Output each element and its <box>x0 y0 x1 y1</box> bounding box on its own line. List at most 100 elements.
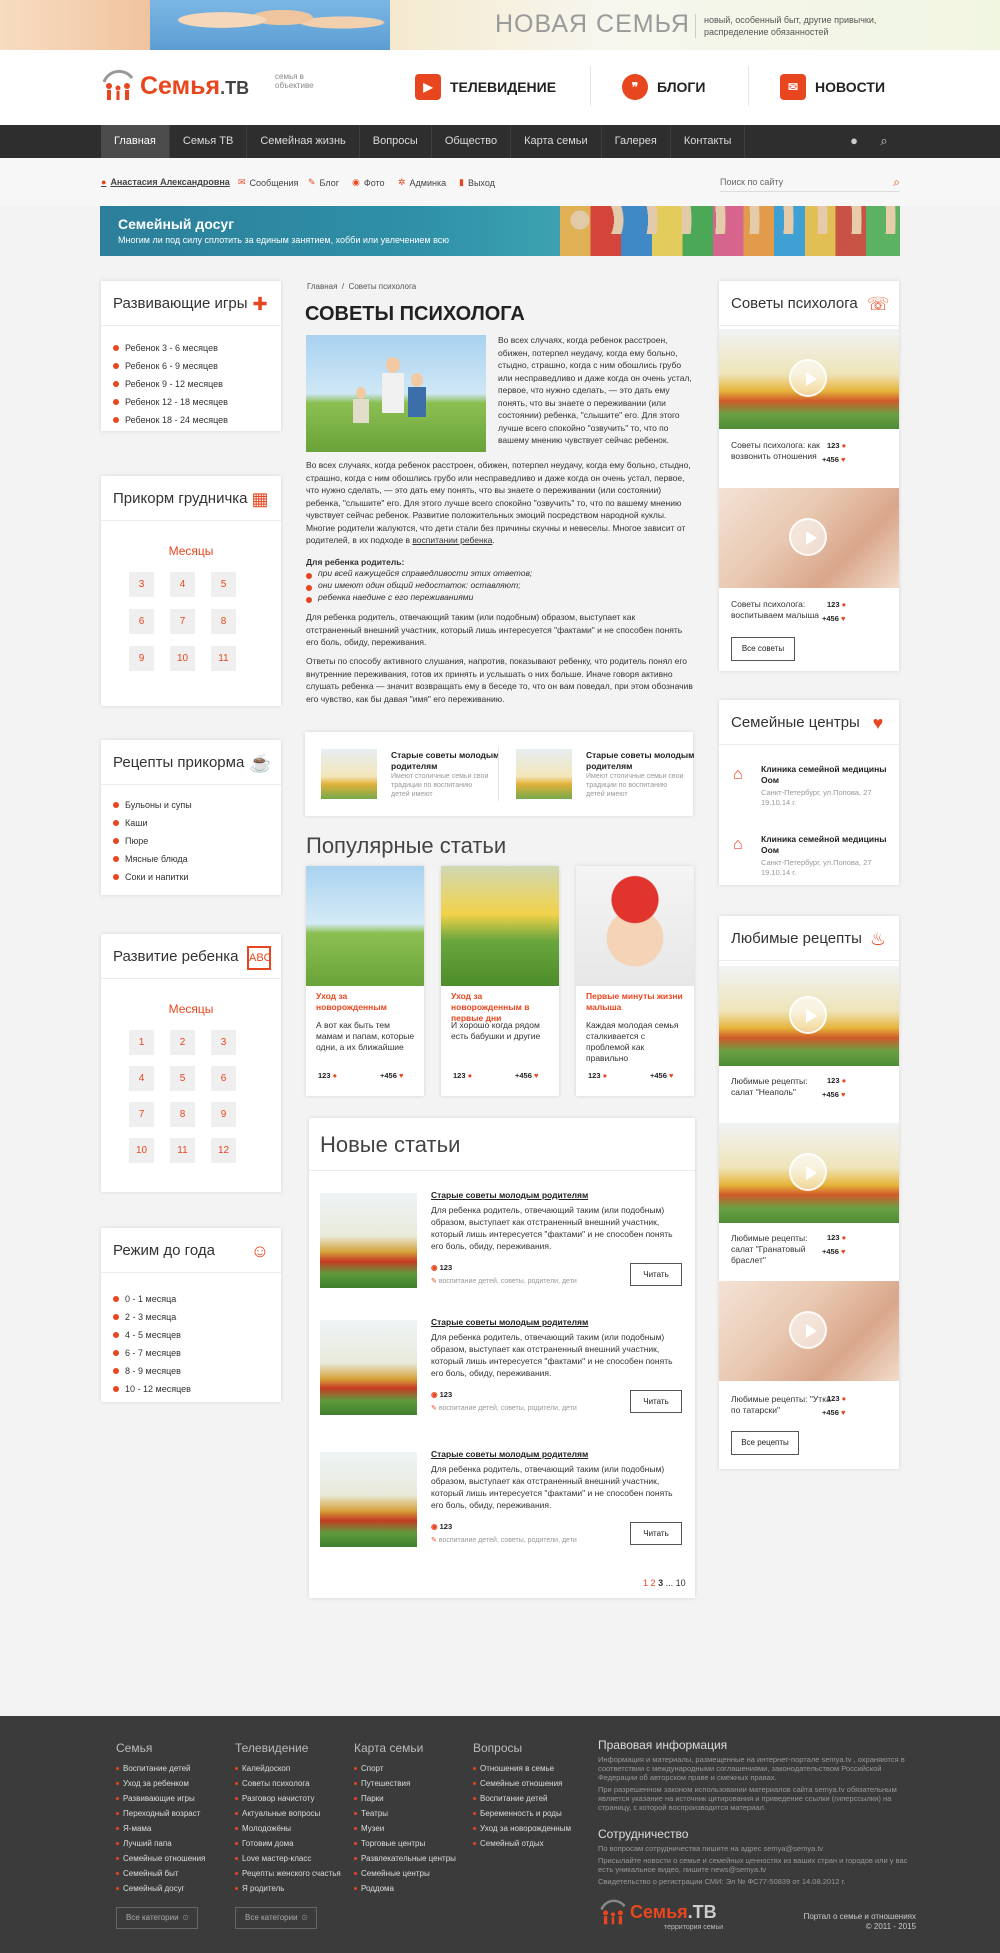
month-button[interactable]: 4 <box>170 572 195 597</box>
list-item[interactable]: 6 - 7 месяцев <box>113 1344 191 1362</box>
user-icon[interactable]: ● <box>846 133 862 149</box>
month-button[interactable]: 2 <box>170 1030 195 1055</box>
header-nav-news[interactable]: ✉ НОВОСТИ <box>780 72 885 102</box>
month-button[interactable]: 8 <box>170 1102 195 1127</box>
page-current[interactable]: 3 <box>658 1578 663 1588</box>
promo-banner[interactable]: Семейный досуг Многим ли под силу сплоти… <box>100 206 900 256</box>
page-link[interactable]: 10 <box>676 1578 686 1588</box>
link-admin[interactable]: ✲ Админка <box>398 177 446 188</box>
video-thumb[interactable] <box>719 488 899 588</box>
video-thumb[interactable] <box>719 1123 899 1223</box>
month-button[interactable]: 10 <box>170 646 195 671</box>
video-thumb[interactable] <box>719 1281 899 1381</box>
popular-card[interactable]: Уход за новорожденным А вот как быть тем… <box>306 866 424 1096</box>
footer-link[interactable]: Развивающие игры <box>116 1791 205 1806</box>
footer-link[interactable]: Лучший папа <box>116 1836 205 1851</box>
link-photo[interactable]: ◉ Фото <box>352 177 385 188</box>
footer-link[interactable]: Советы психолога <box>235 1776 341 1791</box>
month-button[interactable]: 9 <box>211 1102 236 1127</box>
footer-link[interactable]: Переходный возраст <box>116 1806 205 1821</box>
search-icon[interactable]: ⌕ <box>876 133 892 149</box>
article-title[interactable]: Старые советы молодым родителям <box>431 1449 588 1459</box>
list-item[interactable]: Ребенок 6 - 9 месяцев <box>113 357 228 375</box>
footer-link[interactable]: Я родитель <box>235 1881 341 1896</box>
play-icon[interactable] <box>789 1153 827 1191</box>
month-button[interactable]: 5 <box>170 1066 195 1091</box>
list-item[interactable]: 10 - 12 месяцев <box>113 1380 191 1398</box>
footer-link[interactable]: Воспитание детей <box>116 1761 205 1776</box>
footer-logo[interactable]: Семья.ТВ территория семьи <box>598 1898 748 1932</box>
footer-link[interactable]: Роддома <box>354 1881 456 1896</box>
upbringing-link[interactable]: воспитании ребенка <box>412 535 492 545</box>
page-link[interactable]: 2 <box>651 1578 656 1588</box>
play-icon[interactable] <box>789 359 827 397</box>
footer-link[interactable]: Уход за ребенком <box>116 1776 205 1791</box>
read-button[interactable]: Читать <box>630 1390 682 1413</box>
nav-item-family-life[interactable]: Семейная жизнь <box>247 125 360 158</box>
heart-icon[interactable]: ♥ <box>841 1090 845 1099</box>
month-button[interactable]: 3 <box>129 572 154 597</box>
all-categories-button[interactable]: Все категории ⊙ <box>235 1907 317 1929</box>
nav-item-gallery[interactable]: Галерея <box>602 125 671 158</box>
related-title[interactable]: Старые советы молодым родителям <box>391 750 501 772</box>
related-thumb[interactable] <box>321 749 377 799</box>
nav-item-contacts[interactable]: Контакты <box>671 125 746 158</box>
month-button[interactable]: 4 <box>129 1066 154 1091</box>
article-thumb[interactable] <box>320 1320 417 1415</box>
footer-link[interactable]: Семейные отношения <box>473 1776 571 1791</box>
footer-link[interactable]: Семейные центры <box>354 1866 456 1881</box>
play-icon[interactable] <box>789 518 827 556</box>
list-item[interactable]: Ребенок 9 - 12 месяцев <box>113 375 228 393</box>
footer-link[interactable]: Семейный отдых <box>473 1836 571 1851</box>
list-item[interactable]: Соки и напитки <box>113 868 192 886</box>
nav-item-questions[interactable]: Вопросы <box>360 125 432 158</box>
footer-link[interactable]: Театры <box>354 1806 456 1821</box>
heart-icon[interactable]: ♥ <box>841 1408 845 1417</box>
popular-card-title[interactable]: Уход за новорожденным <box>316 991 416 1013</box>
popular-card[interactable]: Первые минуты жизни малыша Каждая молода… <box>576 866 694 1096</box>
article-title[interactable]: Старые советы молодым родителям <box>431 1317 588 1327</box>
site-logo[interactable]: Семья.ТВ семья в объективе <box>100 66 340 106</box>
footer-link[interactable]: Рецепты женского счастья <box>235 1866 341 1881</box>
footer-link[interactable]: Парки <box>354 1791 456 1806</box>
month-button[interactable]: 7 <box>170 609 195 634</box>
page-link[interactable]: 1 <box>643 1578 648 1588</box>
clinic-name[interactable]: Клиника семейной медицины Оом <box>761 834 891 856</box>
all-categories-button[interactable]: Все категории ⊙ <box>116 1907 198 1929</box>
heart-icon[interactable]: ♥ <box>841 1247 845 1256</box>
play-icon[interactable] <box>789 996 827 1034</box>
user-profile-link[interactable]: ● Анастасия Александровна <box>101 177 230 187</box>
list-item[interactable]: 0 - 1 месяца <box>113 1290 191 1308</box>
list-item[interactable]: Пюре <box>113 832 192 850</box>
nav-item-society[interactable]: Общество <box>432 125 512 158</box>
footer-link[interactable]: Путешествия <box>354 1776 456 1791</box>
link-messages[interactable]: ✉ Сообщения <box>238 177 298 188</box>
month-button[interactable]: 3 <box>211 1030 236 1055</box>
footer-link[interactable]: Love мастер-класс <box>235 1851 341 1866</box>
month-button[interactable]: 6 <box>211 1066 236 1091</box>
month-button[interactable]: 11 <box>170 1138 195 1163</box>
list-item[interactable]: 2 - 3 месяца <box>113 1308 191 1326</box>
video-caption[interactable]: Любимые рецепты: салат "Неаполь" <box>731 1076 831 1098</box>
list-item[interactable]: 4 - 5 месяцев <box>113 1326 191 1344</box>
link-blog[interactable]: ✎ Блог <box>308 177 339 188</box>
list-item[interactable]: Ребенок 3 - 6 месяцев <box>113 339 228 357</box>
search-icon[interactable]: ⌕ <box>893 172 900 192</box>
header-nav-tv[interactable]: ▶ ТЕЛЕВИДЕНИЕ <box>415 72 556 102</box>
link-logout[interactable]: ▮ Выход <box>459 177 495 188</box>
footer-link[interactable]: Молодожёны <box>235 1821 341 1836</box>
heart-icon[interactable]: ♥ <box>841 614 845 623</box>
footer-link[interactable]: Беременность и роды <box>473 1806 571 1821</box>
footer-link[interactable]: Воспитание детей <box>473 1791 571 1806</box>
all-recipes-button[interactable]: Все рецепты <box>731 1431 799 1455</box>
month-button[interactable]: 5 <box>211 572 236 597</box>
month-button[interactable]: 7 <box>129 1102 154 1127</box>
nav-item-family-map[interactable]: Карта семьи <box>511 125 602 158</box>
heart-icon[interactable]: ♥ <box>669 1071 673 1080</box>
footer-link[interactable]: Разговор начистоту <box>235 1791 341 1806</box>
footer-link[interactable]: Семейный быт <box>116 1866 205 1881</box>
breadcrumb-home[interactable]: Главная <box>307 282 337 291</box>
footer-link[interactable]: Готовим дома <box>235 1836 341 1851</box>
footer-link[interactable]: Развлекательные центры <box>354 1851 456 1866</box>
list-item[interactable]: Ребенок 18 - 24 месяцев <box>113 411 228 429</box>
